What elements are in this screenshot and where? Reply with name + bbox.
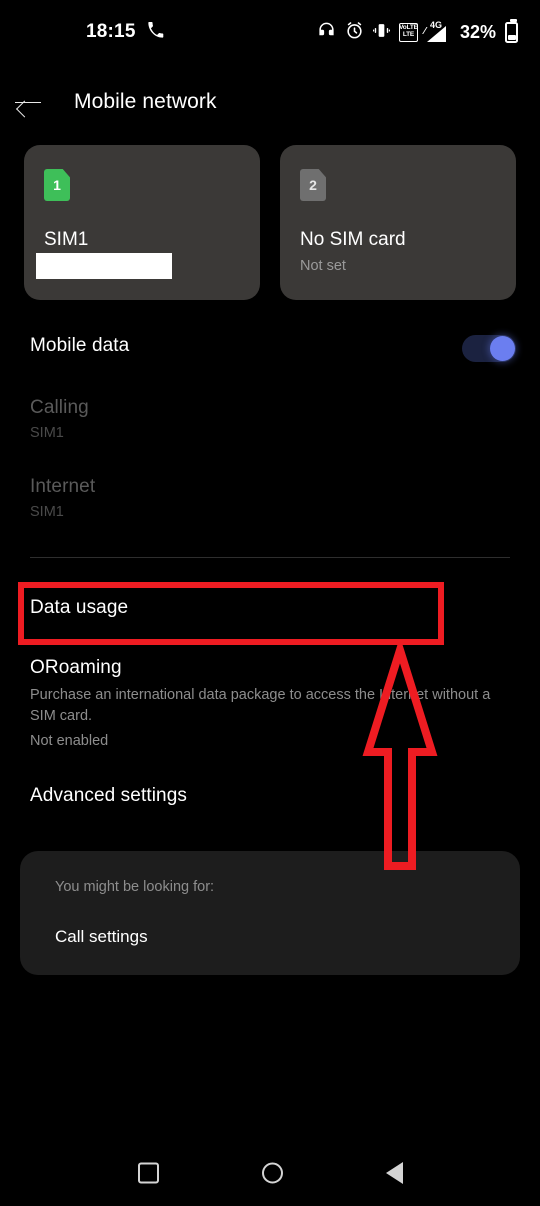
- alarm-icon: [345, 21, 364, 44]
- signal-slash: ⁄: [423, 26, 426, 37]
- sim-card-1[interactable]: 1 SIM1: [24, 145, 260, 300]
- row-mobile-data[interactable]: Mobile data: [30, 335, 129, 357]
- internet-value: SIM1: [30, 504, 64, 520]
- oroaming-description: Purchase an international data package t…: [30, 687, 491, 725]
- navigation-bar: [0, 1140, 540, 1206]
- mobile-data-toggle[interactable]: [462, 335, 516, 362]
- sim1-redacted-number: [36, 253, 172, 279]
- calling-label: Calling: [30, 397, 89, 418]
- sim1-badge-icon: 1: [44, 169, 70, 201]
- volte-label-bottom: LTE: [402, 31, 415, 38]
- signal-4g-icon: ⁄ 4G: [423, 20, 451, 42]
- sim-cards-row: 1 SIM1 2 No SIM card Not set: [24, 145, 516, 300]
- sim2-badge-icon: 2: [300, 169, 326, 201]
- section-divider: [30, 557, 510, 558]
- phone-handset-icon: [147, 21, 164, 43]
- sim1-name: SIM1: [44, 229, 89, 250]
- battery-icon: [505, 18, 518, 43]
- row-data-usage[interactable]: Data usage: [30, 597, 128, 619]
- page-title: Mobile network: [74, 90, 217, 113]
- sim2-name: No SIM card: [300, 229, 406, 250]
- row-internet[interactable]: Internet SIM1: [30, 476, 95, 520]
- suggestion-card: You might be looking for: Call settings: [20, 851, 520, 975]
- back-arrow-icon: [15, 94, 41, 111]
- phone-screen: 18:15 VoLTE LTE ⁄ 4G 32% Mobile network …: [0, 0, 540, 1206]
- sim2-status: Not set: [300, 258, 346, 274]
- oroaming-label: ORoaming: [30, 657, 122, 678]
- status-bar: 18:15 VoLTE LTE ⁄ 4G 32%: [0, 0, 540, 64]
- suggestion-call-settings[interactable]: Call settings: [55, 927, 148, 947]
- oroaming-status: Not enabled: [30, 733, 109, 750]
- network-type-label: 4G: [429, 20, 442, 30]
- volte-icon: VoLTE LTE: [398, 22, 418, 42]
- status-bar-clock: 18:15: [86, 21, 136, 42]
- app-bar: Mobile network: [0, 76, 540, 128]
- back-button[interactable]: [0, 94, 56, 111]
- battery-percent-label: 32%: [459, 21, 496, 42]
- back-triangle-icon[interactable]: [386, 1162, 403, 1184]
- recents-square-icon[interactable]: [138, 1162, 159, 1184]
- home-circle-icon[interactable]: [262, 1162, 283, 1184]
- status-bar-right: VoLTE LTE ⁄ 4G 32%: [317, 18, 518, 44]
- calling-value: SIM1: [30, 425, 64, 441]
- row-calling[interactable]: Calling SIM1: [30, 397, 89, 441]
- mobile-data-label: Mobile data: [30, 335, 130, 356]
- data-usage-label: Data usage: [30, 597, 129, 618]
- toggle-thumb: [490, 336, 515, 361]
- status-bar-left: 18:15: [86, 21, 164, 43]
- internet-label: Internet: [30, 476, 96, 497]
- advanced-settings-label: Advanced settings: [30, 785, 187, 806]
- vibrate-icon: [372, 21, 390, 44]
- row-oroaming[interactable]: ORoaming Purchase an international data …: [30, 657, 510, 749]
- row-advanced-settings[interactable]: Advanced settings: [30, 785, 187, 807]
- sim-card-2[interactable]: 2 No SIM card Not set: [280, 145, 516, 300]
- suggestion-card-label: You might be looking for:: [55, 879, 215, 895]
- headphones-icon: [317, 21, 336, 44]
